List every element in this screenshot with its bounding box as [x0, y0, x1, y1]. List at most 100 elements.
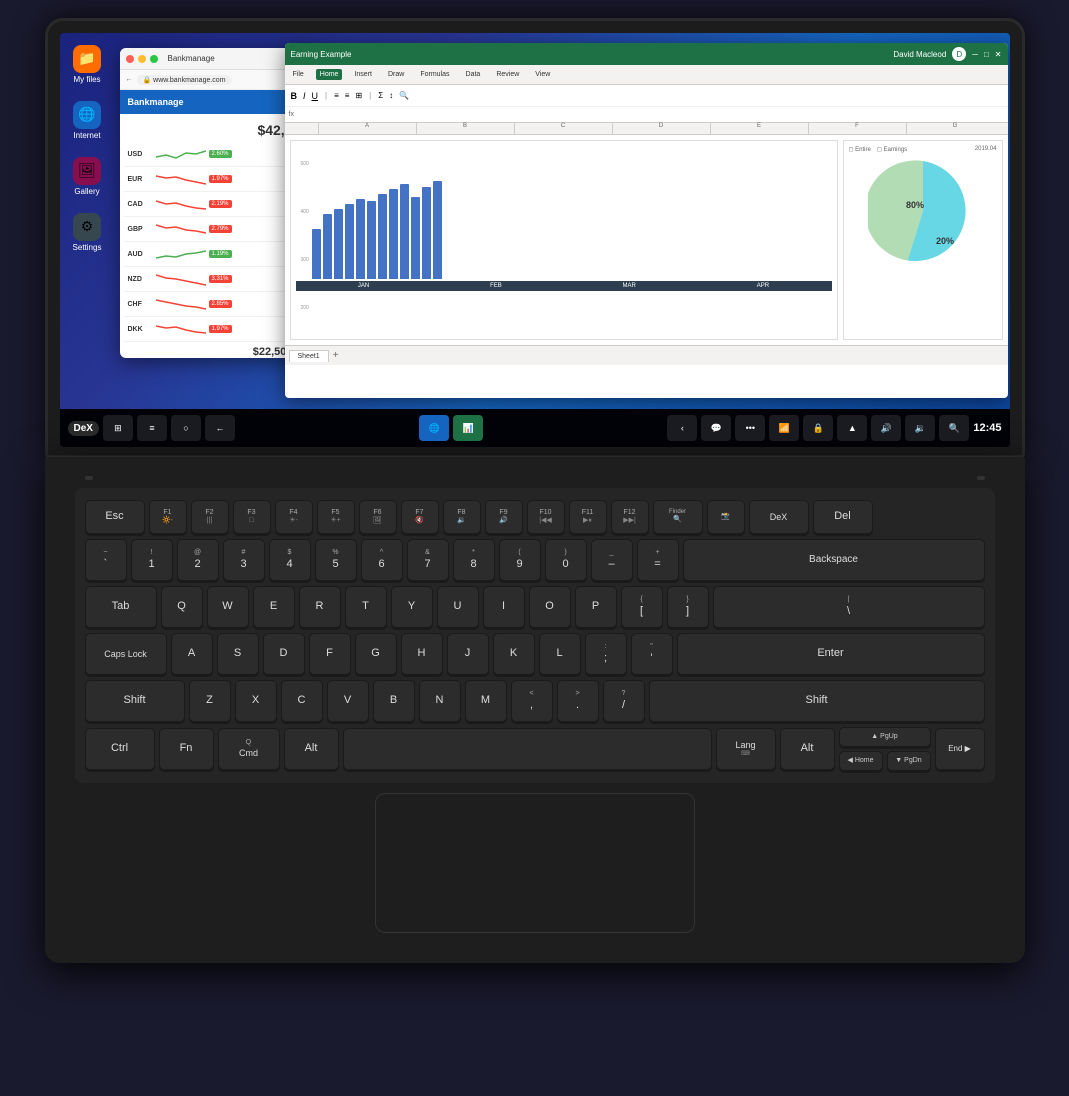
taskbar-arrow-btn[interactable]: ‹: [667, 415, 697, 441]
key-g[interactable]: G: [355, 633, 397, 675]
key-6[interactable]: ^6: [361, 539, 403, 581]
key-f3[interactable]: F3□: [233, 500, 271, 534]
key-shift-left[interactable]: Shift: [85, 680, 185, 722]
bank-window[interactable]: Bankmanage ✕ ← 🔒 www.bankmanage.com Bank…: [120, 48, 305, 358]
ribbon-tab-file[interactable]: File: [289, 69, 308, 80]
taskbar-speaker-btn[interactable]: 🔊: [871, 415, 901, 441]
ribbon-tab-data[interactable]: Data: [462, 69, 485, 80]
taskbar-excel-btn[interactable]: 📊: [453, 415, 483, 441]
window-min-btn[interactable]: [138, 55, 146, 63]
taskbar-up-btn[interactable]: ▲: [837, 415, 867, 441]
toolbar-sum[interactable]: Σ: [376, 91, 385, 100]
key-left-bracket[interactable]: {[: [621, 586, 663, 628]
ribbon-tab-review[interactable]: Review: [492, 69, 523, 80]
taskbar-volume-btn[interactable]: 🔉: [905, 415, 935, 441]
key-a[interactable]: A: [171, 633, 213, 675]
toolbar-underline[interactable]: U: [310, 91, 321, 101]
key-f1[interactable]: F1🔆-: [149, 500, 187, 534]
taskbar-chat-btn[interactable]: 💬: [701, 415, 731, 441]
key-minus[interactable]: _–: [591, 539, 633, 581]
sidebar-item-gallery[interactable]: 🖼 Gallery: [66, 155, 108, 197]
key-backspace[interactable]: Backspace: [683, 539, 985, 581]
key-o[interactable]: O: [529, 586, 571, 628]
key-t[interactable]: T: [345, 586, 387, 628]
key-9[interactable]: (9: [499, 539, 541, 581]
key-tab[interactable]: Tab: [85, 586, 157, 628]
key-comma[interactable]: <,: [511, 680, 553, 722]
key-f4[interactable]: F4☀-: [275, 500, 313, 534]
taskbar-dots-btn[interactable]: •••: [735, 415, 765, 441]
key-dex[interactable]: DeX: [749, 500, 809, 534]
key-f5[interactable]: F5☀+: [317, 500, 355, 534]
key-f6[interactable]: F6🖼: [359, 500, 397, 534]
key-finder[interactable]: Finder🔍: [653, 500, 703, 534]
toolbar-sort[interactable]: ↕: [387, 91, 395, 100]
key-shift-right[interactable]: Shift: [649, 680, 985, 722]
excel-window[interactable]: Earning Example David Macleod D ─ □ ✕ Fi…: [285, 43, 1008, 398]
key-5[interactable]: %5: [315, 539, 357, 581]
excel-close-btn[interactable]: ✕: [995, 50, 1002, 59]
key-f12[interactable]: F12▶▶|: [611, 500, 649, 534]
key-v[interactable]: V: [327, 680, 369, 722]
key-fn[interactable]: Fn: [159, 728, 214, 770]
key-del[interactable]: Del: [813, 500, 873, 534]
key-right-bracket[interactable]: }]: [667, 586, 709, 628]
toolbar-merge[interactable]: ⊞: [353, 91, 364, 100]
taskbar-lines-btn[interactable]: ≡: [137, 415, 167, 441]
excel-minimize-btn[interactable]: ─: [972, 50, 978, 59]
key-backtick[interactable]: ~`: [85, 539, 127, 581]
sheet-tab-1[interactable]: Sheet1: [289, 350, 329, 362]
sidebar-item-my-files[interactable]: 📁 My files: [66, 43, 108, 85]
toolbar-search[interactable]: 🔍: [397, 91, 411, 100]
toolbar-bold[interactable]: B: [289, 91, 300, 101]
key-x[interactable]: X: [235, 680, 277, 722]
key-caps-lock[interactable]: Caps Lock: [85, 633, 167, 675]
key-pgup[interactable]: ▲ PgUp: [839, 727, 931, 747]
key-e[interactable]: E: [253, 586, 295, 628]
toolbar-align-left[interactable]: ≡: [332, 91, 341, 100]
key-3[interactable]: #3: [223, 539, 265, 581]
key-0[interactable]: )0: [545, 539, 587, 581]
key-f2[interactable]: F2|||: [191, 500, 229, 534]
key-cmd[interactable]: Q Cmd: [218, 728, 280, 770]
key-pgdn[interactable]: ▼ PgDn: [887, 751, 931, 771]
key-slash[interactable]: ?/: [603, 680, 645, 722]
key-end[interactable]: End ▶: [935, 728, 985, 770]
key-f10[interactable]: F10|◀◀: [527, 500, 565, 534]
sidebar-item-settings[interactable]: ⚙ Settings: [66, 211, 108, 253]
taskbar-back-btn[interactable]: ←: [205, 415, 235, 441]
trackpad[interactable]: [375, 793, 695, 933]
key-d[interactable]: D: [263, 633, 305, 675]
key-y[interactable]: Y: [391, 586, 433, 628]
key-f[interactable]: F: [309, 633, 351, 675]
key-z[interactable]: Z: [189, 680, 231, 722]
key-enter[interactable]: Enter: [677, 633, 985, 675]
taskbar-circle-btn[interactable]: ○: [171, 415, 201, 441]
key-2[interactable]: @2: [177, 539, 219, 581]
key-c[interactable]: C: [281, 680, 323, 722]
key-w[interactable]: W: [207, 586, 249, 628]
key-period[interactable]: >.: [557, 680, 599, 722]
key-space[interactable]: [343, 728, 712, 770]
taskbar-search-btn[interactable]: 🔍: [939, 415, 969, 441]
taskbar-wifi-btn[interactable]: 📶: [769, 415, 799, 441]
key-f7[interactable]: F7🔇: [401, 500, 439, 534]
sidebar-item-internet[interactable]: 🌐 Internet: [66, 99, 108, 141]
taskbar-grid-btn[interactable]: ⊞: [103, 415, 133, 441]
ribbon-tab-view[interactable]: View: [531, 69, 554, 80]
dex-logo[interactable]: DeX: [68, 421, 99, 436]
key-n[interactable]: N: [419, 680, 461, 722]
taskbar-globe-btn[interactable]: 🌐: [419, 415, 449, 441]
key-alt-right[interactable]: Alt: [780, 728, 835, 770]
key-j[interactable]: J: [447, 633, 489, 675]
key-i[interactable]: I: [483, 586, 525, 628]
key-quote[interactable]: "': [631, 633, 673, 675]
key-ctrl[interactable]: Ctrl: [85, 728, 155, 770]
key-esc[interactable]: Esc: [85, 500, 145, 534]
key-s[interactable]: S: [217, 633, 259, 675]
key-home[interactable]: ◀ Home: [839, 751, 883, 771]
key-8[interactable]: *8: [453, 539, 495, 581]
key-7[interactable]: &7: [407, 539, 449, 581]
key-k[interactable]: K: [493, 633, 535, 675]
key-b[interactable]: B: [373, 680, 415, 722]
